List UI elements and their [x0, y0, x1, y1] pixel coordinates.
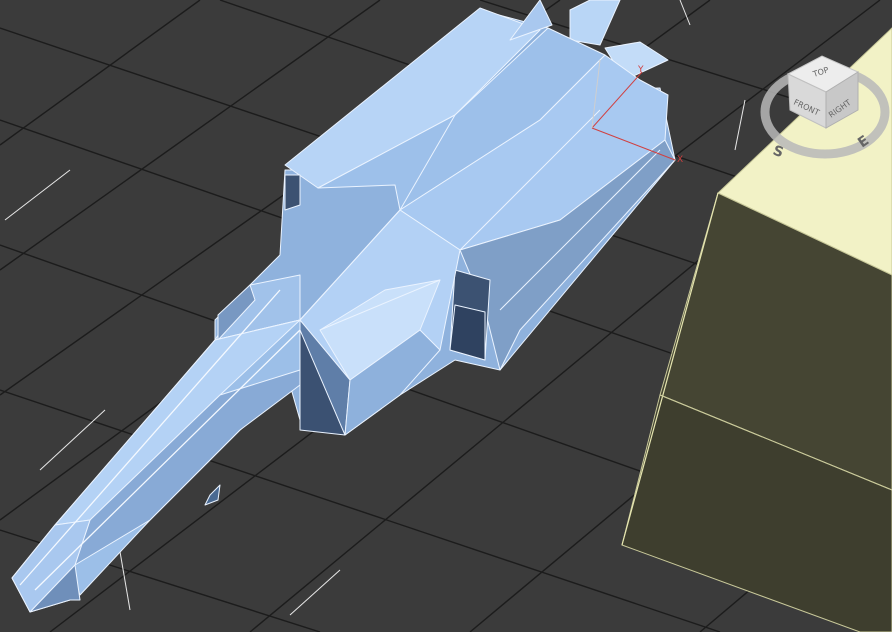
gizmo-y-label: Y [637, 65, 644, 75]
perspective-viewport[interactable]: X Y TOP FRONT RIGHT S E [0, 0, 892, 632]
gizmo-x-label: X [677, 155, 683, 165]
spaceship-model[interactable] [11, 0, 676, 613]
